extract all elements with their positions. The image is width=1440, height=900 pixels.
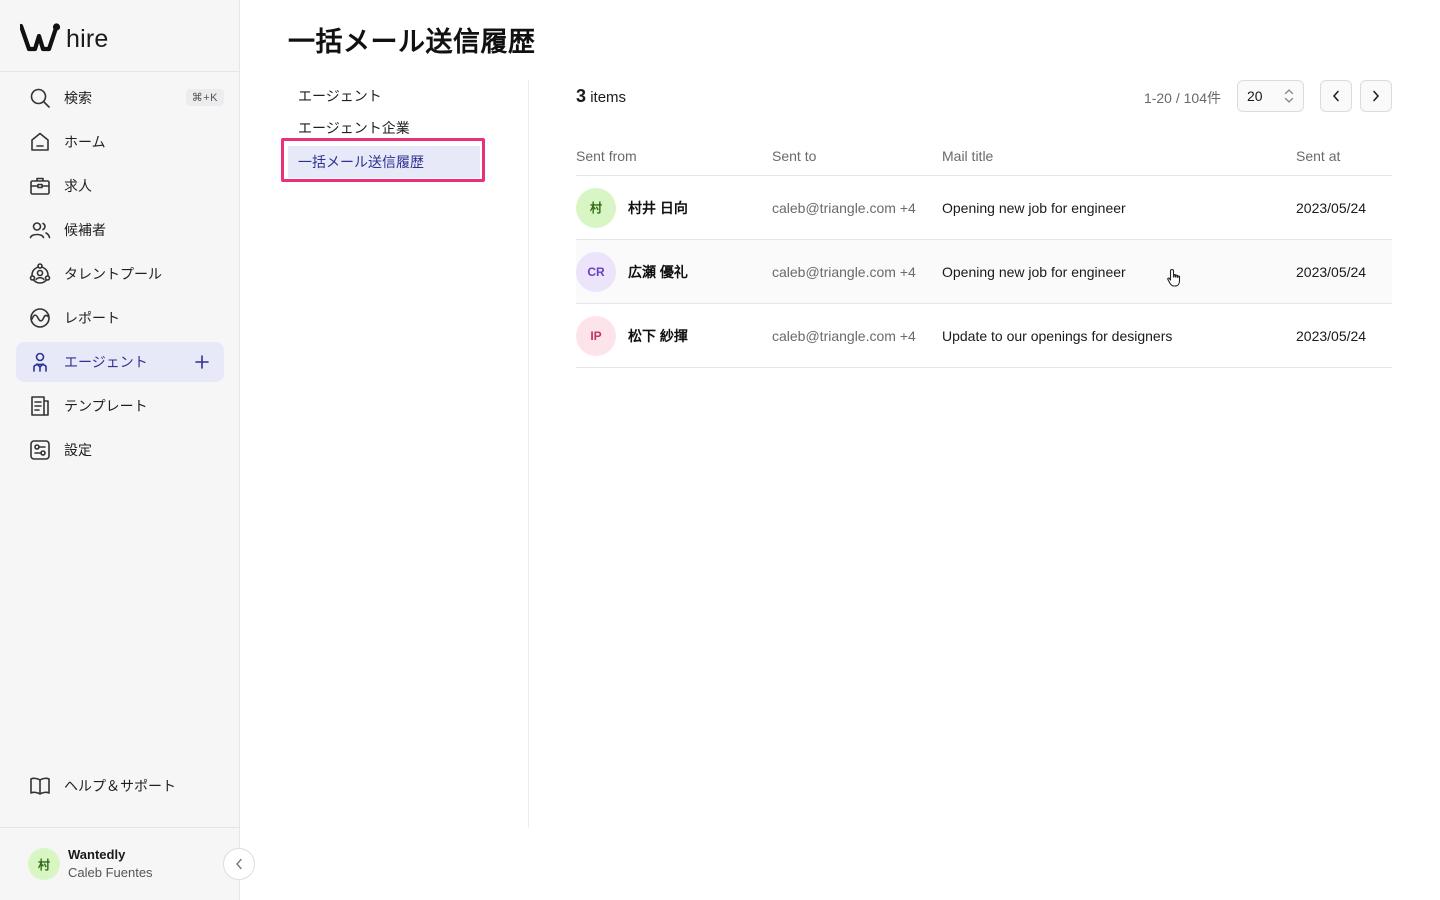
recipients-cell: caleb@triangle.com +4 xyxy=(772,199,916,216)
report-icon xyxy=(28,306,52,330)
sender-cell: IP 松下 紗揮 xyxy=(576,315,772,356)
avatar: 村 xyxy=(28,848,60,880)
subnav-item-agent-companies[interactable]: エージェント企業 xyxy=(282,112,486,144)
nav-label: レポート xyxy=(64,310,120,326)
next-page-button[interactable] xyxy=(1360,80,1392,112)
nav-item-agents[interactable]: エージェント xyxy=(16,342,224,382)
table-row[interactable]: CR 広瀬 優礼 caleb@triangle.com +4 Opening n… xyxy=(576,240,1392,304)
shortcut-badge: ⌘+K xyxy=(185,89,224,106)
column-header-mail-title[interactable]: Mail title xyxy=(942,148,1296,164)
nav-label: 設定 xyxy=(64,442,92,458)
table-row[interactable]: IP 松下 紗揮 caleb@triangle.com +4 Update to… xyxy=(576,304,1392,368)
brand-logo[interactable]: hire xyxy=(20,20,109,52)
sent-at-cell: 2023/05/24 xyxy=(1296,263,1367,280)
table-row[interactable]: 村 村井 日向 caleb@triangle.com +4 Opening ne… xyxy=(576,176,1392,240)
page-title: 一括メール送信履歴 xyxy=(288,27,536,57)
settings-icon xyxy=(28,438,52,462)
pagination-range: 1-20 / 104件 xyxy=(1143,90,1221,106)
nav-label: テンプレート xyxy=(64,398,148,414)
nav-label: タレントプール xyxy=(64,266,162,282)
sender-name: 村井 日向 xyxy=(628,199,688,216)
nav-item-help[interactable]: ヘルプ＆サポート xyxy=(16,766,224,806)
main-nav: 検索 ⌘+K ホーム 求人 候補者 タレントプール レポート エージェント テン… xyxy=(16,78,224,474)
avatar: IP xyxy=(576,315,616,356)
table-header: Sent from Sent to Mail title Sent at xyxy=(576,136,1392,176)
account-switcher[interactable]: 村 Wantedly Caleb Fuentes xyxy=(28,846,153,882)
item-count-number: 3 xyxy=(576,86,587,106)
chevron-right-icon xyxy=(1373,90,1380,102)
subnav-item-agents[interactable]: エージェント xyxy=(282,80,486,112)
chevron-left-icon xyxy=(236,858,242,870)
sender-cell: CR 広瀬 優礼 xyxy=(576,251,772,292)
nav-label: 求人 xyxy=(64,178,92,194)
chevron-left-icon xyxy=(1332,90,1339,102)
sent-at-cell: 2023/05/24 xyxy=(1296,327,1367,344)
sub-nav: エージェント エージェント企業 一括メール送信履歴 xyxy=(282,80,486,178)
nav-item-search[interactable]: 検索 ⌘+K xyxy=(16,78,224,118)
divider xyxy=(528,80,529,828)
people-icon xyxy=(28,218,52,242)
nav-label: 検索 xyxy=(64,90,92,106)
nav-item-talent-pool[interactable]: タレントプール xyxy=(16,254,224,294)
nav-label: ヘルプ＆サポート xyxy=(64,778,176,794)
list-toolbar: 3 items 1-20 / 104件 20 xyxy=(576,80,1392,116)
account-info: Wantedly Caleb Fuentes xyxy=(68,846,153,882)
mail-history-table: Sent from Sent to Mail title Sent at 村 村… xyxy=(576,136,1392,368)
collapse-sidebar-button[interactable] xyxy=(223,848,255,880)
avatar: 村 xyxy=(576,187,616,228)
recipients-cell: caleb@triangle.com +4 xyxy=(772,263,916,280)
previous-page-button[interactable] xyxy=(1320,80,1352,112)
per-page-select[interactable]: 20 xyxy=(1237,80,1304,112)
nav-label: 候補者 xyxy=(64,222,106,238)
nav-item-home[interactable]: ホーム xyxy=(16,122,224,162)
divider xyxy=(0,71,239,72)
nav-label: ホーム xyxy=(64,134,106,150)
mail-title-cell: Update to our openings for designers xyxy=(942,327,1173,344)
per-page-value: 20 xyxy=(1247,88,1263,104)
book-icon xyxy=(28,774,52,798)
wantedly-logo-icon xyxy=(20,23,61,52)
mail-title-cell: Opening new job for engineer xyxy=(942,263,1126,280)
brand-name: hire xyxy=(66,25,109,53)
nav-label: エージェント xyxy=(64,354,148,370)
avatar: CR xyxy=(576,251,616,292)
hand-cursor-icon xyxy=(1167,268,1181,287)
nav-item-settings[interactable]: 設定 xyxy=(16,430,224,470)
subnav-item-bulk-mail-history[interactable]: 一括メール送信履歴 xyxy=(288,146,480,178)
sidebar: hire 検索 ⌘+K ホーム 求人 候補者 タレントプール レポート エージェ… xyxy=(0,0,240,900)
account-org: Wantedly xyxy=(68,847,126,862)
home-icon xyxy=(28,130,52,154)
search-icon xyxy=(28,86,52,110)
nav-item-reports[interactable]: レポート xyxy=(16,298,224,338)
stepper-icon xyxy=(1284,89,1294,103)
briefcase-icon xyxy=(28,174,52,198)
column-header-sent-to[interactable]: Sent to xyxy=(772,148,942,164)
recipients-cell: caleb@triangle.com +4 xyxy=(772,327,916,344)
template-icon xyxy=(28,394,52,418)
column-header-sent-from[interactable]: Sent from xyxy=(576,148,772,164)
item-count-suffix: items xyxy=(590,89,627,106)
sender-name: 広瀬 優礼 xyxy=(628,263,688,280)
mail-title-cell: Opening new job for engineer xyxy=(942,199,1126,216)
item-count: 3 items xyxy=(576,86,626,107)
plus-icon xyxy=(195,355,209,369)
add-agent-button[interactable] xyxy=(190,350,214,374)
help-section: ヘルプ＆サポート xyxy=(16,766,224,810)
sender-cell: 村 村井 日向 xyxy=(576,187,772,228)
nav-item-candidates[interactable]: 候補者 xyxy=(16,210,224,250)
nav-item-templates[interactable]: テンプレート xyxy=(16,386,224,426)
nav-item-jobs[interactable]: 求人 xyxy=(16,166,224,206)
talent-pool-icon xyxy=(28,262,52,286)
column-header-sent-at[interactable]: Sent at xyxy=(1296,148,1392,164)
sent-at-cell: 2023/05/24 xyxy=(1296,199,1367,216)
sender-name: 松下 紗揮 xyxy=(628,327,688,344)
account-user: Caleb Fuentes xyxy=(68,865,153,880)
divider xyxy=(0,827,239,828)
agent-icon xyxy=(28,350,52,374)
